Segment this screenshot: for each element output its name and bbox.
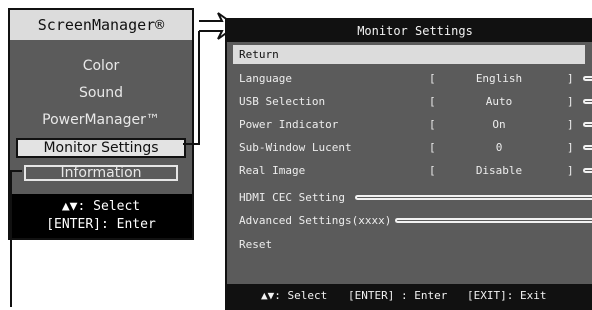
bracket-close: ] [567,118,574,131]
help-select-text: ▲▼: Select [61,199,141,214]
bracket-close: ] [567,141,574,154]
setting-row-language[interactable]: Language [ English ] [239,70,592,88]
menu-item-information[interactable]: Information [24,165,178,181]
setting-value: On [492,118,506,131]
setting-label: Reset [239,238,273,251]
menu-help-panel: ▲▼: Select [ENTER]: Enter [10,194,192,238]
help-enter-text: [ENTER]: Enter [46,217,156,232]
help-exit-text: [EXIT]: Exit [467,289,547,302]
bracket-open: [ [429,72,436,85]
menu-item-color[interactable]: Color [10,56,192,76]
pointer-line [395,218,592,223]
menu-item-monitor-settings[interactable]: Monitor Settings [16,138,186,158]
screenmanager-menu: ScreenManager® Color Sound PowerManager™… [8,8,194,240]
setting-value: Disable [475,164,523,177]
menu-item-reset[interactable]: Reset [239,236,592,254]
monitor-settings-title: Monitor Settings [227,20,592,42]
setting-label: Language [239,72,292,85]
monitor-settings-help-bar: ▲▼: Select [ENTER] : Enter [EXIT]: Exit [227,284,592,308]
setting-value: 0 [495,141,503,154]
setting-label: Power Indicator [239,118,339,131]
bracket-open: [ [429,164,436,177]
setting-row-power-indicator[interactable]: Power Indicator [ On ] [239,116,592,134]
pointer-line [583,76,592,81]
pointer-line [583,99,592,104]
bracket-close: ] [567,164,574,177]
connector-line-v1 [198,31,200,145]
pointer-line [583,122,592,127]
info-connector-line [10,170,12,307]
setting-label: Sub-Window Lucent [239,141,352,154]
setting-row-sub-window-lucent[interactable]: Sub-Window Lucent [ 0 ] [239,139,592,157]
monitor-settings-window: Monitor Settings Return Language [ Engli… [225,18,592,310]
bracket-close: ] [567,72,574,85]
help-enter-text: [ENTER] : Enter [348,289,448,302]
bracket-open: [ [429,141,436,154]
setting-row-usb-selection[interactable]: USB Selection [ Auto ] [239,93,592,111]
pointer-line [355,195,592,200]
setting-value: English [475,72,523,85]
setting-label: Real Image [239,164,306,177]
menu-item-sound[interactable]: Sound [10,83,192,103]
return-item[interactable]: Return [233,45,585,64]
menu-item-powermanager[interactable]: PowerManager™ [10,110,192,130]
bracket-open: [ [429,95,436,108]
setting-value: Auto [485,95,513,108]
setting-label: HDMI CEC Setting [239,191,345,204]
setting-row-real-image[interactable]: Real Image [ Disable ] [239,162,592,180]
setting-label: USB Selection [239,95,326,108]
setting-label: Advanced Settings(xxxx) [239,214,392,227]
pointer-line [583,168,592,173]
bracket-close: ] [567,95,574,108]
bracket-open: [ [429,118,436,131]
screenmanager-title: ScreenManager® [10,10,192,40]
help-select-text: ▲▼: Select [261,289,328,302]
info-connector-line-h [10,170,22,172]
connector-line-h1 [183,143,199,145]
pointer-line [583,145,592,150]
